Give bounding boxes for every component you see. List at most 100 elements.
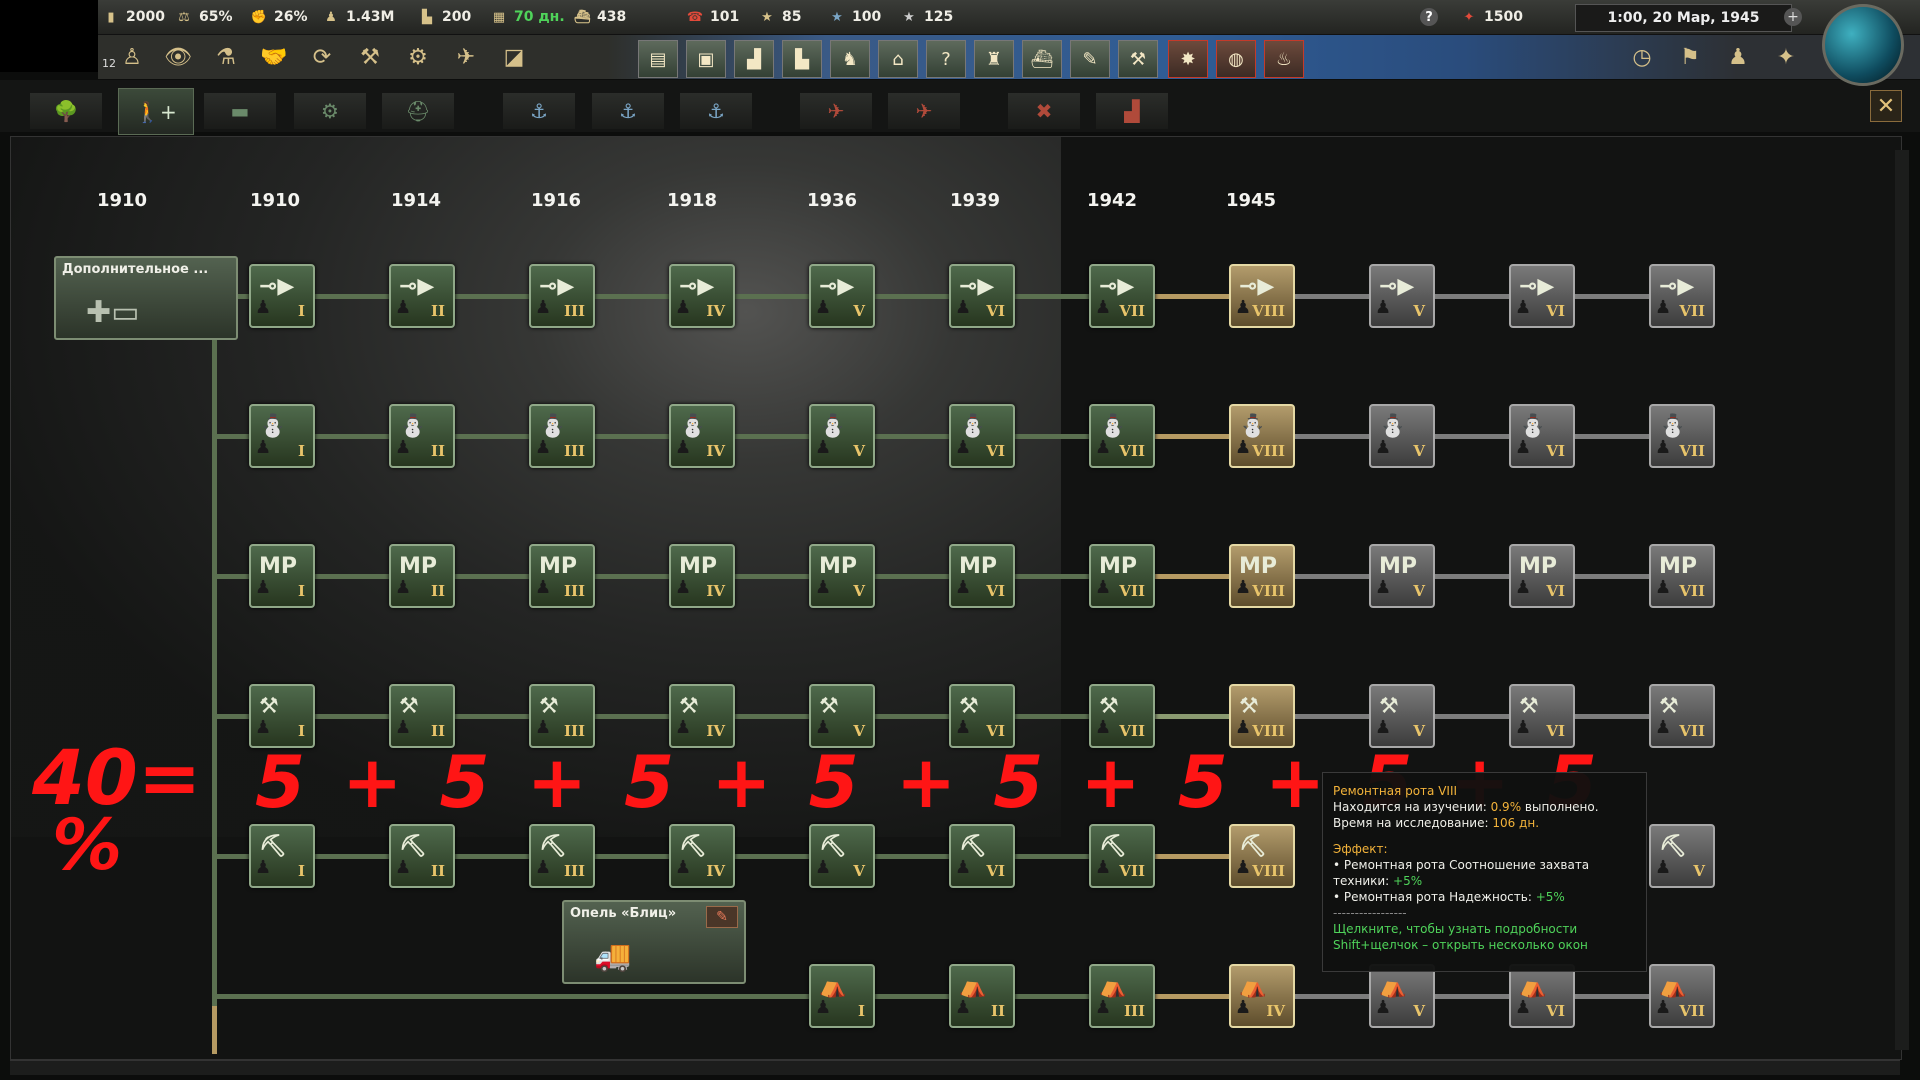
alert-unit-icon[interactable]: ♞ [830, 40, 870, 78]
alert-building-icon[interactable]: ▙ [782, 40, 822, 78]
row-recon-tech-node[interactable]: ⛄ ♟ VI [1509, 404, 1575, 468]
row-maintenance-tech-node[interactable]: ⚒ ♟ IV [669, 684, 735, 748]
tab-air-2[interactable]: ✈ [888, 93, 960, 129]
alert-explosion-icon[interactable]: ✸ [1168, 40, 1208, 78]
alert-fire-icon[interactable]: ♨ [1264, 40, 1304, 78]
row-military-police-tech-node[interactable]: MP ♟ VI [949, 544, 1015, 608]
alert-chart-icon[interactable]: ▟ [734, 40, 774, 78]
tab-support-units[interactable]: 🚶+ [118, 88, 194, 135]
tab-naval-1[interactable]: ⚓ [503, 93, 575, 129]
row-maintenance-tech-node[interactable]: ⚒ ♟ VIII [1229, 684, 1295, 748]
speed-up-button[interactable]: + [1784, 8, 1802, 26]
row-logistics-tech-node[interactable]: ⊸▶ ♟ I [249, 264, 315, 328]
row-military-police-tech-node[interactable]: MP ♟ IV [669, 544, 735, 608]
research-speed[interactable]: ▦ 70 дн. [490, 5, 565, 29]
support-equipment-node[interactable]: Дополнительное ... ✚▭ [54, 256, 238, 340]
diplomacy-icon[interactable]: 🤝 [256, 40, 292, 74]
tab-electronics[interactable]: ▟ [1096, 93, 1168, 129]
row-recon-tech-node[interactable]: ⛄ ♟ III [529, 404, 595, 468]
row-recon-tech-node[interactable]: ⛄ ♟ VII [1649, 404, 1715, 468]
alert-money-icon[interactable]: ▣ [686, 40, 726, 78]
row-maintenance-tech-node[interactable]: ⚒ ♟ VI [1509, 684, 1575, 748]
row-logistics-tech-node[interactable]: ⊸▶ ♟ III [529, 264, 595, 328]
decisions-icon[interactable]: ✦ [1768, 40, 1804, 74]
politics-icon[interactable]: ♙ [114, 40, 150, 74]
trade-icon[interactable]: ⟳ [304, 40, 340, 74]
row-military-police-tech-node[interactable]: MP ♟ I [249, 544, 315, 608]
game-date[interactable]: 1:00, 20 Мар, 1945 [1575, 4, 1792, 32]
row-military-police-tech-node[interactable]: MP ♟ II [389, 544, 455, 608]
row-military-police-tech-node[interactable]: MP ♟ V [809, 544, 875, 608]
help-button[interactable]: ? [1420, 5, 1438, 29]
alert-ship-icon[interactable]: ⛴ [1022, 40, 1062, 78]
row-military-police-tech-node[interactable]: MP ♟ III [529, 544, 595, 608]
tab-engineering[interactable]: ⛑ [382, 93, 454, 129]
alert-government-icon[interactable]: ⌂ [878, 40, 918, 78]
tab-naval-3[interactable]: ⚓ [680, 93, 752, 129]
tab-artillery[interactable]: ⚙ [294, 93, 366, 129]
row-military-police-tech-node[interactable]: MP ♟ VII [1649, 544, 1715, 608]
tab-industry[interactable]: ✖ [1008, 93, 1080, 129]
row-logistics-tech-node[interactable]: ⊸▶ ♟ VI [1509, 264, 1575, 328]
row-military-police-tech-node[interactable]: MP ♟ VII [1089, 544, 1155, 608]
row-field-hospital-tech-node[interactable]: ⛺ ♟ I [809, 964, 875, 1028]
row-maintenance-tech-node[interactable]: ⚒ ♟ V [809, 684, 875, 748]
row-logistics-tech-node[interactable]: ⊸▶ ♟ II [389, 264, 455, 328]
row-engineer-tech-node[interactable]: ⛏ ♟ VI [949, 824, 1015, 888]
exercises[interactable]: ☎ 101 [686, 5, 739, 29]
row-logistics-tech-node[interactable]: ⊸▶ ♟ VIII [1229, 264, 1295, 328]
speed-control-icon[interactable]: ◷ [1624, 40, 1660, 74]
row-military-police-tech-node[interactable]: MP ♟ V [1369, 544, 1435, 608]
row-logistics-tech-node[interactable]: ⊸▶ ♟ VI [949, 264, 1015, 328]
vertical-scrollbar[interactable] [1895, 150, 1909, 1050]
row-maintenance-tech-node[interactable]: ⚒ ♟ I [249, 684, 315, 748]
manpower[interactable]: ♟ 1.43M [322, 5, 394, 29]
globe-map-button[interactable] [1822, 4, 1904, 86]
war-support[interactable]: ✊ 26% [250, 5, 308, 29]
row-field-hospital-tech-node[interactable]: ⛺ ♟ II [949, 964, 1015, 1028]
row-engineer-tech-node[interactable]: ⛏ ♟ VIII [1229, 824, 1295, 888]
row-engineer-tech-node[interactable]: ⛏ ♟ V [1649, 824, 1715, 888]
lobby-icon[interactable]: ⚑ [1672, 40, 1708, 74]
alert-stamp-icon[interactable]: ✎ [1070, 40, 1110, 78]
row-recon-tech-node[interactable]: ⛄ ♟ VI [949, 404, 1015, 468]
row-recon-tech-node[interactable]: ⛄ ♟ V [809, 404, 875, 468]
air-experience[interactable]: ★ 125 [900, 5, 953, 29]
stability[interactable]: ⚖ 65% [175, 5, 232, 29]
tab-armor[interactable]: ▬ [204, 93, 276, 129]
row-engineer-tech-node[interactable]: ⛏ ♟ I [249, 824, 315, 888]
row-logistics-tech-node[interactable]: ⊸▶ ♟ IV [669, 264, 735, 328]
country-flag-slot[interactable] [0, 0, 98, 72]
row-engineer-tech-node[interactable]: ⛏ ♟ II [389, 824, 455, 888]
row-engineer-tech-node[interactable]: ⛏ ♟ III [529, 824, 595, 888]
row-maintenance-tech-node[interactable]: ⚒ ♟ VII [1089, 684, 1155, 748]
recruit-icon[interactable]: ✈ [448, 40, 484, 74]
row-maintenance-tech-node[interactable]: ⚒ ♟ V [1369, 684, 1435, 748]
political-power[interactable]: ▮ 2000 [102, 5, 165, 29]
row-military-police-tech-node[interactable]: MP ♟ VIII [1229, 544, 1295, 608]
row-field-hospital-tech-node[interactable]: ⛺ ♟ VII [1649, 964, 1715, 1028]
row-field-hospital-tech-node[interactable]: ⛺ ♟ IV [1229, 964, 1295, 1028]
command-power[interactable]: ✦ 1500 [1460, 5, 1523, 29]
row-recon-tech-node[interactable]: ⛄ ♟ I [249, 404, 315, 468]
row-maintenance-tech-node[interactable]: ⚒ ♟ III [529, 684, 595, 748]
row-engineer-tech-node[interactable]: ⛏ ♟ V [809, 824, 875, 888]
production-icon[interactable]: ⚙ [400, 40, 436, 74]
alert-map-icon[interactable]: ◍ [1216, 40, 1256, 78]
row-field-hospital-tech-node[interactable]: ⛺ ♟ III [1089, 964, 1155, 1028]
alert-soldier-icon[interactable]: ♜ [974, 40, 1014, 78]
row-recon-tech-node[interactable]: ⛄ ♟ IV [669, 404, 735, 468]
tab-air-1[interactable]: ✈ [800, 93, 872, 129]
army-experience[interactable]: ★ 85 [758, 5, 801, 29]
row-engineer-tech-node[interactable]: ⛏ ♟ VII [1089, 824, 1155, 888]
row-recon-tech-node[interactable]: ⛄ ♟ VIII [1229, 404, 1295, 468]
horizontal-scrollbar[interactable] [10, 1060, 1900, 1075]
row-logistics-tech-node[interactable]: ⊸▶ ♟ VII [1089, 264, 1155, 328]
intelligence-icon[interactable]: 👁 [160, 40, 196, 74]
row-military-police-tech-node[interactable]: MP ♟ VI [1509, 544, 1575, 608]
navy-experience[interactable]: ★ 100 [828, 5, 881, 29]
alert-hammer-icon[interactable]: ⚒ [1118, 40, 1158, 78]
row-logistics-tech-node[interactable]: ⊸▶ ♟ V [809, 264, 875, 328]
logistics-icon[interactable]: ◪ [496, 40, 532, 74]
alert-question-icon[interactable]: ? [926, 40, 966, 78]
